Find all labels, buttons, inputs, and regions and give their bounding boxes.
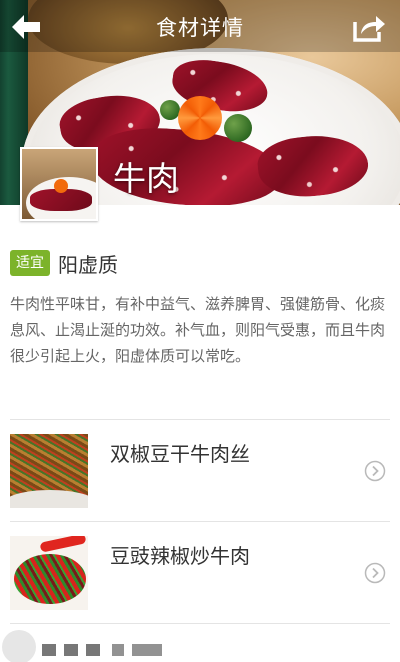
recipe-name: 双椒豆干牛肉丝 (110, 442, 250, 466)
share-button[interactable] (352, 14, 386, 42)
food-description: 牛肉性平味甘，有补中益气、滋养脾胃、强健筋骨、化痰息风、止渴止涎的功效。补气血，… (10, 295, 386, 365)
suitable-row: 适宜 阳虚质 (10, 249, 118, 277)
recipe-image (10, 536, 88, 610)
page-title: 食材详情 (156, 16, 244, 40)
chevron-right-circle-icon (364, 460, 386, 482)
garnish-leaf (160, 100, 180, 120)
top-bar: 食材详情 (0, 0, 400, 52)
ingredient-detail-screen: 食材详情 牛肉 适宜 阳虚质 牛肉性平味甘，有补中益气、滋养脾胃、强健筋骨、化痰… (0, 0, 400, 662)
recipe-name: 豆豉辣椒炒牛肉 (110, 544, 250, 568)
recipe-list: 双椒豆干牛肉丝 豆豉辣椒炒牛肉 (0, 419, 400, 662)
recipe-list-more (2, 623, 390, 662)
constitution-type: 阳虚质 (58, 252, 118, 277)
food-name: 牛肉 (113, 159, 179, 198)
recipe-item[interactable]: 双椒豆干牛肉丝 (10, 419, 390, 521)
food-thumbnail (20, 147, 98, 221)
next-section-peek (42, 644, 162, 656)
garnish-leaf (224, 114, 252, 142)
recipe-image (10, 434, 88, 508)
chevron-right-circle-icon (364, 562, 386, 584)
garnish-carrot-flower (178, 96, 222, 140)
share-icon (353, 16, 385, 42)
suitable-badge: 适宜 (10, 250, 50, 276)
next-item-icon-peek (2, 630, 36, 662)
recipe-item[interactable]: 豆豉辣椒炒牛肉 (10, 521, 390, 623)
